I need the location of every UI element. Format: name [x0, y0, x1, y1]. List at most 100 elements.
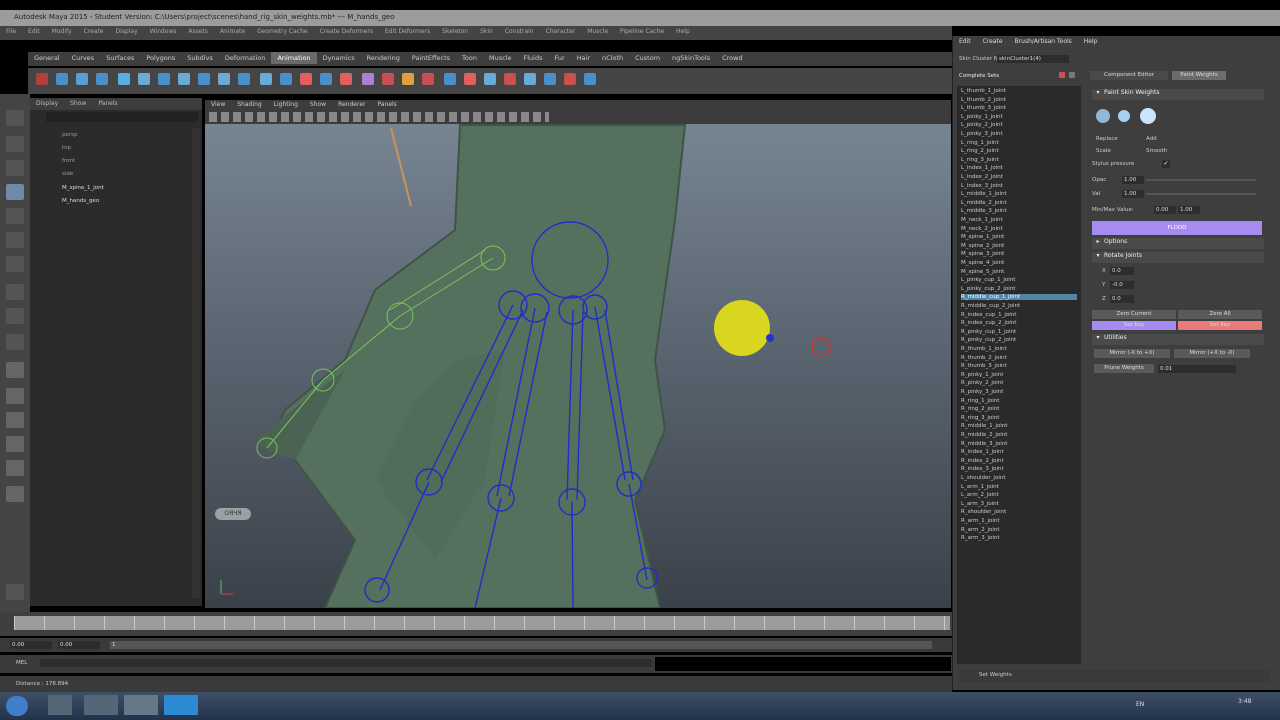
- anim-key-icon[interactable]: [36, 73, 48, 85]
- menu-item-8[interactable]: Geometry Cache: [257, 28, 307, 35]
- command-input[interactable]: [40, 659, 652, 667]
- joint-list-item[interactable]: M_neck_1_joint: [961, 217, 1003, 223]
- detach-skin-icon[interactable]: [280, 73, 292, 85]
- section-options[interactable]: ▸ Options: [1092, 238, 1264, 249]
- joint-list-item[interactable]: R_ring_1_joint: [961, 398, 999, 404]
- section-rotate-joints[interactable]: ▾ Rotate Joints: [1092, 252, 1264, 263]
- shelf-tab-painteffects[interactable]: PaintEffects: [406, 52, 456, 64]
- remove-set-icon[interactable]: [1059, 72, 1065, 78]
- start-button-icon[interactable]: [6, 696, 28, 716]
- menu-item-5[interactable]: Windows: [150, 28, 177, 35]
- rotate-tool-icon[interactable]: [6, 208, 24, 224]
- brush-profile-soft-icon[interactable]: [1118, 110, 1130, 122]
- shelf-tab-fur[interactable]: Fur: [548, 52, 570, 64]
- maya-taskbar-icon[interactable]: [124, 695, 158, 715]
- shape-icon[interactable]: [504, 73, 516, 85]
- blend-icon[interactable]: [524, 73, 536, 85]
- op-add[interactable]: Add: [1146, 136, 1157, 142]
- layout-two-icon[interactable]: [6, 412, 24, 428]
- menu-item-15[interactable]: Muscle: [587, 28, 608, 35]
- joint-list-item[interactable]: R_thumb_3_joint: [961, 363, 1007, 369]
- constraint-icon[interactable]: [76, 73, 88, 85]
- tab-paint-weights[interactable]: Paint Weights: [1172, 71, 1226, 80]
- skype-icon[interactable]: [164, 695, 198, 715]
- shelf-tab-deformation[interactable]: Deformation: [219, 52, 272, 64]
- joint-tool-icon[interactable]: [138, 73, 150, 85]
- viewport-3d[interactable]: ОЯЧЯ: [205, 100, 951, 608]
- shelf-tab-muscle[interactable]: Muscle: [483, 52, 518, 64]
- skin-menu-item[interactable]: Edit: [959, 38, 971, 45]
- influence-icon[interactable]: [320, 73, 332, 85]
- soft-mod-icon[interactable]: [6, 284, 24, 300]
- paint-select-icon[interactable]: [6, 160, 24, 176]
- locator-marker[interactable]: [714, 300, 770, 356]
- joint-list-item[interactable]: R_pinky_1_joint: [961, 372, 1003, 378]
- outliner-item[interactable]: side: [62, 171, 73, 177]
- shelf-tab-surfaces[interactable]: Surfaces: [100, 52, 140, 64]
- joint-list-item[interactable]: L_index_2_joint: [961, 174, 1003, 180]
- outliner-filter-field[interactable]: [46, 112, 198, 122]
- outliner-item[interactable]: front: [62, 158, 75, 164]
- viewport-menu-view[interactable]: View: [211, 101, 225, 108]
- shelf-tab-curves[interactable]: Curves: [66, 52, 101, 64]
- menu-item-4[interactable]: Display: [116, 28, 138, 35]
- move-tool-icon[interactable]: [6, 184, 24, 200]
- skin-menu-item[interactable]: Brush/Artisan Tools: [1015, 38, 1072, 45]
- pose-icon[interactable]: [544, 73, 556, 85]
- menu-item-3[interactable]: Create: [84, 28, 104, 35]
- target-marker[interactable]: [811, 337, 831, 357]
- outliner-item[interactable]: M_spine_1_jont: [62, 185, 104, 191]
- shelf-tab-rendering[interactable]: Rendering: [361, 52, 406, 64]
- menu-item-17[interactable]: Help: [676, 28, 690, 35]
- scale-tool-icon[interactable]: [6, 232, 24, 248]
- joint-list-item[interactable]: L_pinky_3_joint: [961, 131, 1003, 137]
- flood-button[interactable]: FLOOD: [1092, 221, 1262, 235]
- shelf-tab-toon[interactable]: Toon: [456, 52, 483, 64]
- value-field[interactable]: 1.00: [1122, 190, 1144, 198]
- menu-item-11[interactable]: Skeleton: [442, 28, 468, 35]
- outliner-menu-display[interactable]: Display: [36, 100, 58, 107]
- opacity-slider[interactable]: [1146, 179, 1256, 181]
- outliner-menu-show[interactable]: Show: [70, 100, 86, 107]
- viewport-menu-lighting[interactable]: Lighting: [274, 101, 298, 108]
- joint-list-item[interactable]: R_index_cup_2_joint: [961, 320, 1016, 326]
- viewport-menu-shading[interactable]: Shading: [237, 101, 261, 108]
- viewport-menu-renderer[interactable]: Renderer: [338, 101, 365, 108]
- menu-item-0[interactable]: File: [6, 28, 16, 35]
- min-field[interactable]: 0.00: [1154, 206, 1176, 214]
- joint-list-item[interactable]: R_middle_cup_2_joint: [961, 303, 1020, 309]
- last-tool-icon[interactable]: [6, 334, 24, 350]
- mirror-joint-icon[interactable]: [218, 73, 230, 85]
- lasso-tool-icon[interactable]: [6, 136, 24, 152]
- shelf-tab-ngskintools[interactable]: ngSkinTools: [666, 52, 716, 64]
- joint-list-item[interactable]: R_arm_2_joint: [961, 527, 1000, 533]
- max-field[interactable]: 1.00: [1178, 206, 1200, 214]
- joint-list-item[interactable]: R_middle_2_joint: [961, 432, 1007, 438]
- set-key-red-button[interactable]: Set Key: [1178, 321, 1262, 330]
- layout-outliner-icon[interactable]: [6, 436, 24, 452]
- joint-list-item[interactable]: L_pinky_1_joint: [961, 114, 1003, 120]
- joint-list-item[interactable]: M_spine_3_joint: [961, 251, 1004, 257]
- brush-profile-gaussian-icon[interactable]: [1096, 109, 1110, 123]
- set-key-icon[interactable]: [340, 73, 352, 85]
- joint-list-item[interactable]: L_shoulder_joint: [961, 475, 1006, 481]
- range-start-field[interactable]: 0.00: [10, 641, 52, 649]
- show-manip-icon[interactable]: [6, 308, 24, 324]
- joint-list-item[interactable]: L_ring_2_joint: [961, 148, 999, 154]
- joint-list-item[interactable]: L_middle_2_joint: [961, 200, 1007, 206]
- joint-list-item[interactable]: L_pinky_2_joint: [961, 122, 1003, 128]
- bend-icon[interactable]: [118, 73, 130, 85]
- ik-handle-icon[interactable]: [158, 73, 170, 85]
- set-key-button[interactable]: Set Key: [1092, 321, 1176, 330]
- menu-item-14[interactable]: Character: [546, 28, 576, 35]
- skin-menu-item[interactable]: Create: [983, 38, 1003, 45]
- shelf-tab-general[interactable]: General: [28, 52, 66, 64]
- mirror-pos-x-button[interactable]: Mirror (+X to -X): [1174, 349, 1250, 358]
- joint-list[interactable]: L_thumb_1_joint L_thumb_2_joint L_thumb_3_…: [957, 86, 1081, 664]
- joint-list-item[interactable]: M_spine_2_joint: [961, 243, 1004, 249]
- prune-value-field[interactable]: 0.01: [1158, 365, 1236, 373]
- key-icon[interactable]: [422, 73, 434, 85]
- joint-list-item[interactable]: R_pinky_3_joint: [961, 389, 1003, 395]
- wire-icon[interactable]: [464, 73, 476, 85]
- outliner-item[interactable]: top: [62, 145, 71, 151]
